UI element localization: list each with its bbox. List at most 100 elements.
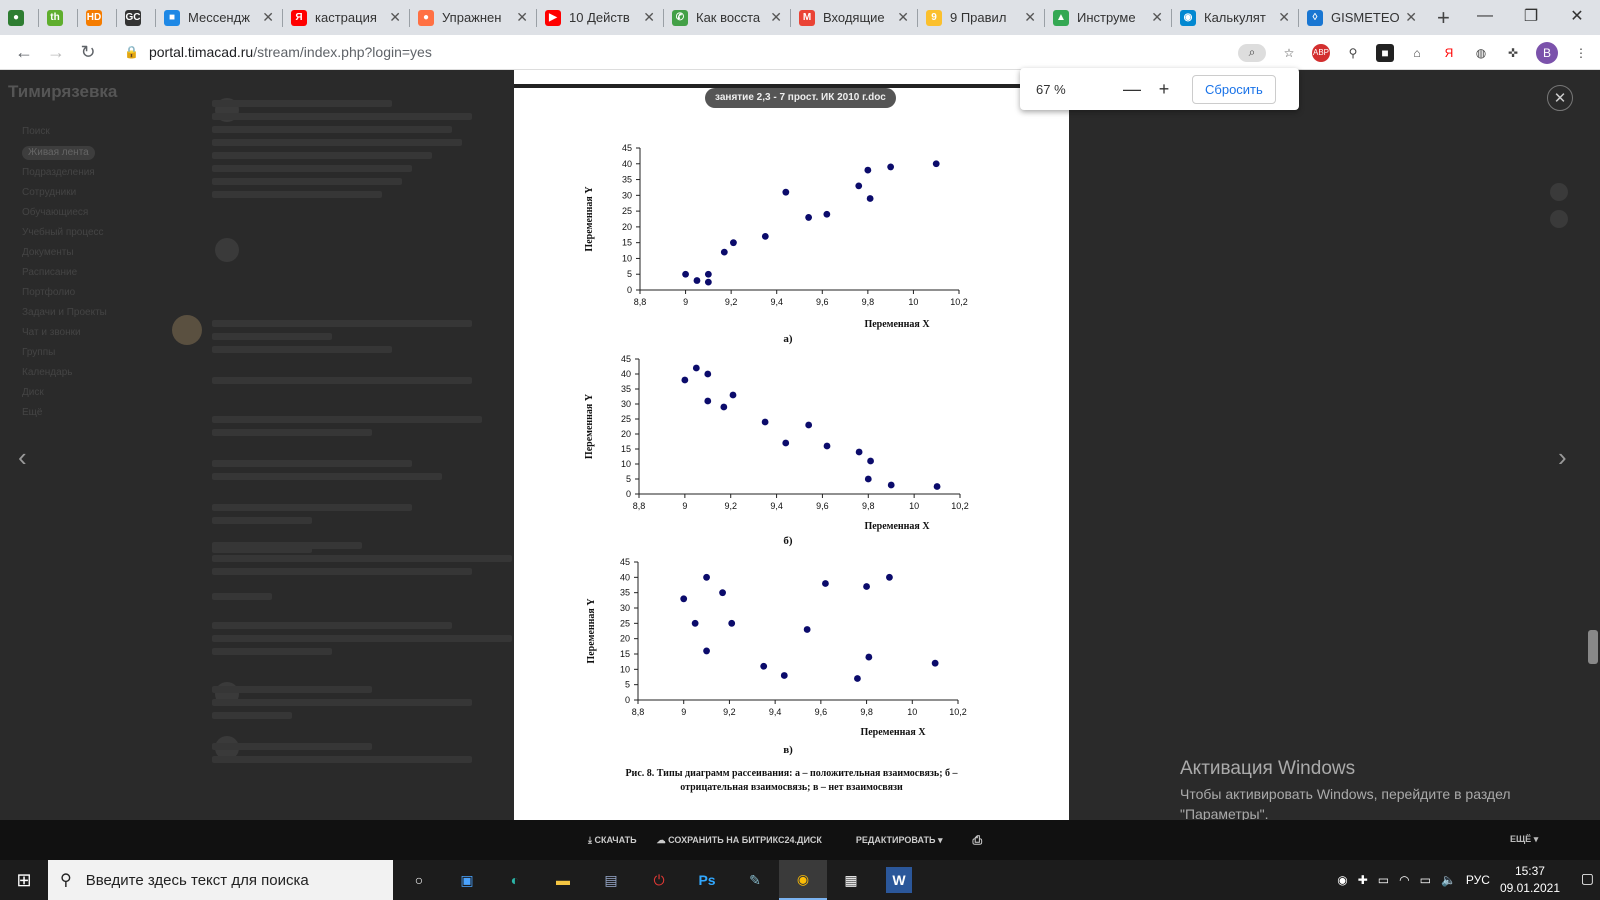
data-point: [782, 439, 790, 447]
browser-tab[interactable]: ● Упражнен ✕: [410, 0, 536, 35]
next-arrow-icon[interactable]: ›: [1558, 442, 1567, 473]
notification-icon[interactable]: ▢: [1581, 870, 1594, 887]
data-point: [855, 182, 863, 190]
power-app-icon[interactable]: ⏻: [635, 860, 683, 900]
yandex-ext-icon[interactable]: Я: [1440, 44, 1458, 62]
zoom-reset-button[interactable]: Сбросить: [1192, 74, 1276, 104]
task-view-icon[interactable]: ○: [395, 860, 443, 900]
close-viewer-button[interactable]: ✕: [1547, 85, 1573, 111]
avatar: [215, 238, 239, 262]
background-menu-item: Обучающиеся: [22, 207, 89, 218]
clock[interactable]: 15:37 09.01.2021: [1500, 863, 1560, 897]
y-tick-label: 10: [621, 459, 631, 469]
chrome-tray-icon[interactable]: ◉: [1337, 873, 1347, 887]
zoom-icon[interactable]: ⌕: [1238, 43, 1266, 62]
data-point: [823, 442, 831, 450]
star-icon[interactable]: ☆: [1280, 44, 1298, 62]
globe-icon[interactable]: ◍: [1472, 44, 1490, 62]
close-tab-icon[interactable]: ✕: [643, 9, 655, 26]
browser-tab[interactable]: ◉ Калькулят ✕: [1172, 0, 1298, 35]
browser-tab[interactable]: GC: [117, 0, 155, 35]
video-icon[interactable]: ▦: [827, 860, 875, 900]
browser-tab[interactable]: ●: [0, 0, 38, 35]
url-field[interactable]: 🔒 portal.timacad.ru/stream/index.php?log…: [124, 44, 432, 60]
save-to-disk-button[interactable]: ☁ СОХРАНИТЬ НА БИТРИКС24.ДИСК: [657, 835, 822, 846]
puzzle-icon[interactable]: ✜: [1504, 44, 1522, 62]
browser-tab[interactable]: ■ Мессендж ✕: [156, 0, 282, 35]
calc-icon: ◉: [1180, 9, 1196, 26]
explorer-icon[interactable]: ▬: [539, 860, 587, 900]
search-placeholder: Введите здесь текст для поиска: [85, 871, 309, 889]
extension-black-icon[interactable]: ■: [1376, 43, 1394, 62]
lock-icon[interactable]: 🔒: [124, 45, 139, 59]
browser-tab[interactable]: HD: [78, 0, 116, 35]
store-icon[interactable]: ▣: [443, 860, 491, 900]
print-icon[interactable]: ⎙: [973, 833, 983, 848]
page-scrollbar[interactable]: [1586, 70, 1600, 820]
back-icon[interactable]: ←: [8, 42, 40, 63]
data-point: [728, 619, 736, 627]
browser-tab[interactable]: ▶ 10 Действ ✕: [537, 0, 663, 35]
paint-icon[interactable]: ✎: [731, 860, 779, 900]
chrome-icon[interactable]: ◉: [779, 860, 827, 900]
menu-dots-icon[interactable]: ⋮: [1572, 44, 1590, 62]
more-button[interactable]: ЕЩЁ ▾: [1510, 834, 1538, 845]
zoom-out-button[interactable]: —: [1116, 79, 1148, 100]
browser-tab[interactable]: th: [39, 0, 77, 35]
edit-button[interactable]: РЕДАКТИРОВАТЬ ▾: [856, 835, 943, 846]
browser-tab[interactable]: 9 9 Правил ✕: [918, 0, 1044, 35]
volume-icon[interactable]: 🔈: [1441, 873, 1456, 887]
y-tick-label: 35: [621, 384, 631, 394]
browser-tab[interactable]: ✆ Как восста ✕: [664, 0, 790, 35]
tab-title: 10 Действ: [569, 10, 630, 25]
minimize-icon[interactable]: —: [1462, 0, 1508, 32]
close-tab-icon[interactable]: ✕: [389, 9, 401, 26]
browser-tab[interactable]: ◊ GISMETEO ✕: [1299, 0, 1425, 35]
close-tab-icon[interactable]: ✕: [1151, 9, 1163, 26]
download-button[interactable]: ⤓ СКАЧАТЬ: [588, 835, 637, 846]
background-menu-item: Чат и звонки: [22, 327, 81, 338]
tab-title: Калькулят: [1204, 10, 1266, 25]
close-tab-icon[interactable]: ✕: [516, 9, 528, 26]
new-tab-icon[interactable]: +: [1425, 5, 1462, 31]
close-tab-icon[interactable]: ✕: [1278, 9, 1290, 26]
battery-icon[interactable]: ▭: [1420, 873, 1431, 887]
close-tab-icon[interactable]: ✕: [770, 9, 782, 26]
avatar: [172, 315, 202, 345]
browser-tab[interactable]: ▲ Инструме ✕: [1045, 0, 1171, 35]
restore-icon[interactable]: ❐: [1508, 0, 1554, 32]
shield-icon[interactable]: ✚: [1358, 873, 1368, 887]
browser-tab[interactable]: Якастрация ✕: [283, 0, 409, 35]
browser-tab[interactable]: M Входящие ✕: [791, 0, 917, 35]
close-tab-icon[interactable]: ✕: [1024, 9, 1036, 26]
photoshop-icon[interactable]: Ps: [683, 860, 731, 900]
x-tick-label: 10: [908, 297, 918, 307]
extension-home-icon[interactable]: ⌂: [1408, 44, 1426, 62]
zoom-in-button[interactable]: +: [1148, 79, 1180, 100]
profile-avatar[interactable]: B: [1536, 41, 1558, 64]
display-icon[interactable]: ▭: [1378, 873, 1389, 887]
word-icon[interactable]: W: [886, 867, 912, 893]
scrollbar-thumb[interactable]: [1588, 630, 1598, 664]
reload-icon[interactable]: ↻: [72, 42, 104, 63]
y-axis-label: Переменная Y: [584, 186, 595, 252]
language-indicator[interactable]: РУС: [1466, 873, 1490, 887]
edge-icon[interactable]: ◐: [491, 860, 539, 900]
close-tab-icon[interactable]: ✕: [262, 9, 274, 26]
taskbar-search-input[interactable]: ⚲ Введите здесь текст для поиска: [48, 860, 393, 900]
windows-start-icon[interactable]: ⊞: [0, 860, 48, 900]
adblock-icon[interactable]: ABP: [1312, 43, 1330, 62]
data-point: [761, 418, 769, 426]
close-window-icon[interactable]: ✕: [1554, 0, 1600, 32]
background-menu-item: Сотрудники: [22, 187, 77, 198]
data-point: [803, 626, 811, 633]
photos-icon[interactable]: ▤: [587, 860, 635, 900]
close-tab-icon[interactable]: ✕: [1405, 9, 1417, 26]
wifi-icon[interactable]: ◠: [1399, 873, 1409, 887]
url-path: /stream/index.php?login=yes: [253, 44, 432, 60]
prev-arrow-icon[interactable]: ‹: [18, 442, 27, 473]
data-point: [730, 239, 737, 247]
forward-icon[interactable]: →: [40, 42, 72, 63]
close-tab-icon[interactable]: ✕: [897, 9, 909, 26]
extension-search-icon[interactable]: ⚲: [1344, 44, 1362, 62]
